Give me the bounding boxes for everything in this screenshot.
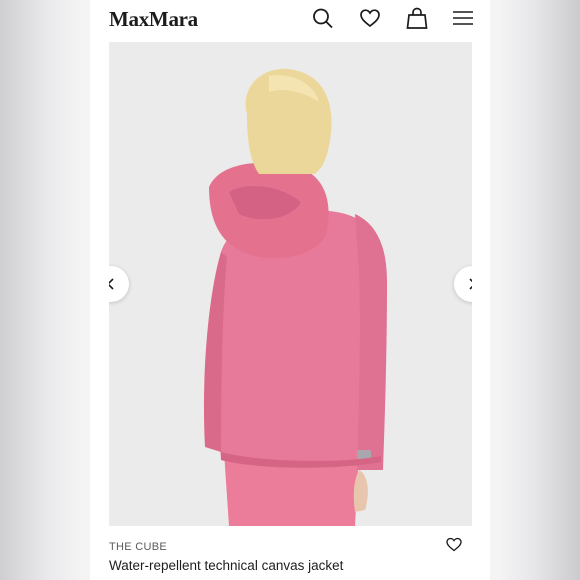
menu-icon[interactable] xyxy=(451,7,475,29)
product-title[interactable]: Water-repellent technical canvas jacket xyxy=(109,558,343,573)
product-brand: THE CUBE xyxy=(109,541,168,553)
product-image-carousel[interactable] xyxy=(109,42,472,526)
chevron-left-icon xyxy=(109,278,114,290)
top-nav: MaxMara xyxy=(90,0,490,40)
heart-icon[interactable] xyxy=(358,7,382,29)
app-screen: MaxMara THE CUBE Water-repellent technic… xyxy=(90,0,490,580)
brand-logo[interactable]: MaxMara xyxy=(109,7,198,32)
wishlist-heart-icon[interactable] xyxy=(445,536,463,552)
search-icon[interactable] xyxy=(311,7,335,29)
bag-icon[interactable] xyxy=(405,7,429,29)
product-photo xyxy=(109,42,472,526)
chevron-right-icon xyxy=(469,278,472,290)
